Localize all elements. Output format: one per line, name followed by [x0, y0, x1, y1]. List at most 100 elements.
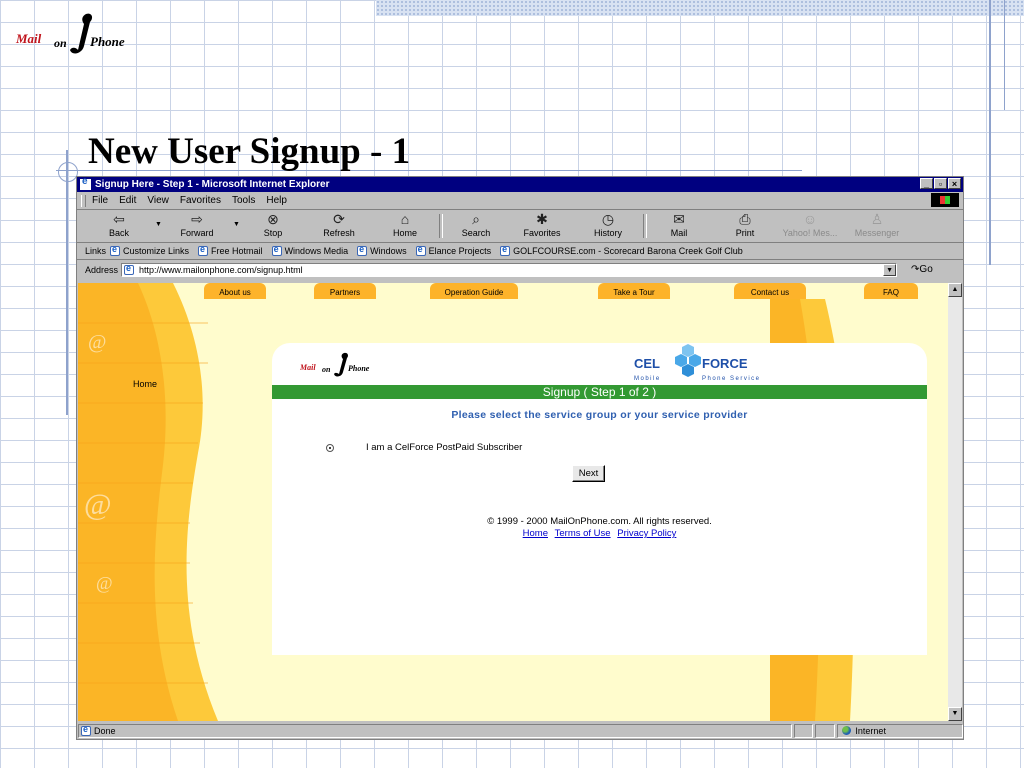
svg-text:Mobile: Mobile [634, 376, 661, 382]
slide-title: New User Signup - 1 [88, 131, 411, 172]
nav-operation-guide[interactable]: Operation Guide [430, 283, 518, 299]
svg-text:Phone: Phone [348, 364, 370, 373]
slide-deco-line [989, 0, 991, 265]
nav-take-a-tour[interactable]: Take a Tour [598, 283, 670, 299]
link-elance-projects[interactable]: Elance Projects [415, 244, 491, 256]
status-cell [793, 723, 814, 738]
vertical-scrollbar[interactable]: ▲ ▼ [948, 283, 962, 721]
menu-file[interactable]: File [92, 195, 108, 206]
print-button[interactable]: ⎙ Print [717, 211, 773, 238]
ie-page-icon [415, 244, 426, 256]
messenger-button[interactable]: ♙ Messenger [849, 211, 905, 238]
favorites-icon: ✱ [536, 211, 548, 227]
at-symbol-decoration: @ [88, 331, 107, 353]
svg-text:on: on [322, 365, 331, 374]
ie-page-icon [124, 263, 135, 275]
history-button[interactable]: ◷ History [580, 211, 636, 238]
link-customize-links[interactable]: Customize Links [110, 244, 189, 256]
celforce-logo: CEL FORCE Mobile Phone Service [634, 344, 759, 382]
go-button[interactable]: ↷Go [911, 264, 933, 275]
windows-logo-icon [931, 193, 959, 207]
address-dropdown-icon[interactable]: ▼ [883, 263, 897, 276]
toolbar-separator [643, 214, 647, 238]
yahoo-messenger-icon: ☺ [802, 211, 818, 227]
links-label: Links [85, 246, 107, 256]
favorites-button[interactable]: ✱ Favorites [514, 211, 570, 238]
copyright-text: © 1999 - 2000 MailOnPhone.com. All right… [487, 516, 712, 527]
status-text-cell: Done [78, 723, 792, 738]
nav-partners[interactable]: Partners [314, 283, 376, 299]
footer-link-terms[interactable]: Terms of Use [555, 528, 611, 539]
back-dropdown-icon[interactable]: ▼ [155, 221, 162, 228]
stop-button[interactable]: ⊗ Stop [245, 211, 301, 238]
step-banner: Signup ( Step 1 of 2 ) [272, 385, 927, 399]
mail-icon: ✉ [673, 211, 685, 227]
ie-page-icon [81, 724, 91, 736]
footer-link-privacy[interactable]: Privacy Policy [617, 528, 676, 539]
next-button[interactable]: Next [572, 465, 605, 482]
forward-button[interactable]: ⇨ Forward [169, 211, 225, 238]
slide-deco-line [1004, 0, 1005, 110]
toolbar-separator [439, 214, 443, 238]
svg-text:CEL: CEL [634, 356, 660, 371]
postpaid-radio[interactable] [326, 443, 334, 452]
address-bar: Address ▼ ↷Go [77, 260, 963, 279]
menu-edit[interactable]: Edit [119, 195, 136, 206]
footer-links: Home Terms of Use Privacy Policy [272, 528, 927, 539]
close-button[interactable]: × [948, 178, 961, 189]
link-windows[interactable]: Windows [357, 244, 407, 256]
search-button[interactable]: ⌕ Search [448, 211, 504, 238]
menu-tools[interactable]: Tools [232, 195, 255, 206]
print-icon: ⎙ [739, 211, 751, 227]
provider-option[interactable]: I am a CelForce PostPaid Subscriber [326, 442, 522, 453]
link-free-hotmail[interactable]: Free Hotmail [198, 244, 263, 256]
ie-page-icon [357, 244, 368, 256]
toolbar-grip [81, 194, 86, 207]
nav-about-us[interactable]: About us [204, 283, 266, 299]
ie-page-icon [500, 244, 511, 256]
window-titlebar: Signup Here - Step 1 - Microsoft Interne… [77, 176, 963, 192]
menu-bar: File Edit View Favorites Tools Help [77, 192, 963, 210]
ie-page-icon [198, 244, 209, 256]
nav-faq[interactable]: FAQ [864, 283, 918, 299]
minimize-button[interactable]: _ [920, 178, 933, 189]
forward-dropdown-icon[interactable]: ▼ [233, 221, 240, 228]
svg-text:on: on [54, 36, 67, 50]
address-input[interactable] [139, 264, 880, 275]
status-cell [815, 723, 836, 738]
menu-view[interactable]: View [147, 195, 169, 206]
back-button[interactable]: ⇦ Back [91, 211, 147, 238]
address-field: ▼ [121, 262, 898, 277]
mailonphone-logo: Mail on Phone [300, 352, 370, 377]
link-windows-media[interactable]: Windows Media [271, 244, 348, 256]
at-symbol-decoration: @ [84, 488, 112, 521]
site-nav: About us Partners Operation Guide Take a… [78, 283, 949, 299]
signup-panel: Mail on Phone CEL FORCE Mobile Phone Ser… [272, 343, 927, 655]
scroll-down-icon[interactable]: ▼ [948, 707, 962, 721]
svg-text:Mail: Mail [300, 363, 316, 372]
ie-icon [80, 176, 91, 190]
at-symbol-decoration: @ [96, 573, 113, 593]
search-icon: ⌕ [472, 211, 480, 227]
home-icon: ⌂ [400, 211, 410, 227]
refresh-icon: ⟳ [333, 211, 345, 227]
history-icon: ◷ [601, 211, 615, 227]
mail-button[interactable]: ✉ Mail [651, 211, 707, 238]
nav-contact-us[interactable]: Contact us [734, 283, 806, 299]
links-bar: Links Customize Links Free Hotmail Windo… [77, 243, 963, 260]
footer-link-home[interactable]: Home [523, 528, 548, 539]
maximize-button[interactable]: ▫ [934, 178, 947, 189]
menu-favorites[interactable]: Favorites [180, 195, 221, 206]
mailonphone-logo: Mail on Phone [15, 13, 125, 54]
scroll-up-icon[interactable]: ▲ [948, 283, 962, 297]
address-label: Address [85, 264, 119, 275]
forward-arrow-icon: ⇨ [191, 211, 203, 227]
yahoo-messenger-button[interactable]: ☺ Yahoo! Mes... [782, 211, 838, 238]
home-button[interactable]: ⌂ Home [377, 211, 433, 238]
link-golfcourse[interactable]: GOLFCOURSE.com - Scorecard Barona Creek … [500, 244, 743, 256]
slide-deco-line [66, 150, 68, 415]
menu-help[interactable]: Help [266, 195, 287, 206]
standard-toolbar: ⇦ Back ▼ ⇨ Forward ▼ ⊗ Stop ⟳ Refresh ⌂ … [77, 210, 963, 243]
home-link[interactable]: Home [133, 379, 157, 389]
refresh-button[interactable]: ⟳ Refresh [311, 211, 367, 238]
